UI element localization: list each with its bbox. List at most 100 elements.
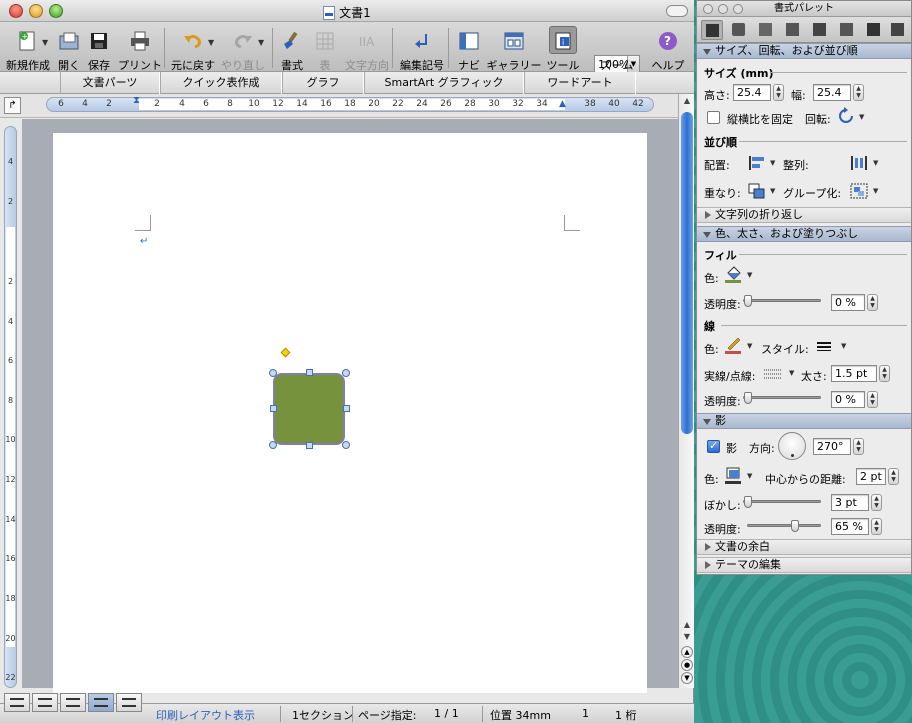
width-input[interactable]: 25.4: [813, 84, 851, 101]
shadow-distance-stepper[interactable]: ▲ ▼: [888, 468, 899, 485]
wrapping-section-header[interactable]: 文字列の折り返し: [697, 207, 911, 223]
outline-view-button[interactable]: [32, 693, 58, 712]
colors-section-header[interactable]: 色、太さ、および塗りつぶし: [697, 226, 911, 242]
shadow-direction-input[interactable]: 270°: [813, 438, 851, 455]
shadow-checkbox[interactable]: [707, 439, 720, 453]
save-button[interactable]: 保存: [86, 22, 112, 72]
resize-handle-bottom[interactable]: [306, 442, 313, 449]
new-dropdown-arrow[interactable]: ▼: [42, 38, 48, 47]
dash-style-icon[interactable]: [763, 364, 783, 382]
shadow-direction-dial[interactable]: [778, 432, 806, 460]
formatting-palette-tab[interactable]: [701, 20, 723, 40]
tab-smartart[interactable]: SmartArt グラフィック: [364, 72, 524, 94]
scroll-top-arrow[interactable]: ▲: [682, 96, 692, 108]
notebook-view-button[interactable]: [116, 693, 142, 712]
shadow-transparency-stepper[interactable]: ▲ ▼: [871, 518, 882, 535]
shadow-transparency-input[interactable]: 65 %: [831, 518, 869, 535]
fill-transparency-knob[interactable]: [744, 295, 752, 307]
vertical-ruler[interactable]: 4 2 2 4 6 8 10 12 14 16 18 20 22: [4, 126, 17, 688]
indent-marker-icon[interactable]: ⧗: [133, 95, 140, 106]
rounded-rectangle-shape[interactable]: [273, 373, 345, 445]
vertical-scrollbar[interactable]: ▲ ▲ ▼ ▲ ● ▼: [678, 94, 694, 688]
zoom-dropdown-arrow[interactable]: ▼: [627, 56, 639, 72]
scrapbook-tab[interactable]: [782, 20, 804, 40]
help-button[interactable]: ? ヘルプ: [652, 22, 685, 72]
rotate-icon[interactable]: [836, 107, 856, 125]
pencil-icon[interactable]: [724, 336, 744, 354]
resize-handle-bottom-left[interactable]: [269, 441, 277, 449]
undo-button[interactable]: ▼ 元に戻す: [171, 22, 215, 72]
scroll-down-arrow-icon[interactable]: ▼: [682, 632, 692, 644]
height-stepper[interactable]: ▲ ▼: [773, 84, 784, 101]
shadow-blur-stepper[interactable]: ▲ ▼: [871, 494, 882, 511]
shadow-color-dropdown-arrow[interactable]: ▼: [747, 472, 752, 480]
distribute-dropdown-arrow[interactable]: ▼: [873, 159, 878, 167]
resize-handle-top[interactable]: [306, 369, 313, 376]
shadow-blur-input[interactable]: 3 pt: [831, 494, 869, 511]
text-direction-button[interactable]: IIA 文字方向: [345, 22, 389, 72]
tab-stop-selector[interactable]: ↱: [4, 97, 21, 114]
next-page-icon[interactable]: ▼: [681, 672, 693, 684]
line-style-dropdown-arrow[interactable]: ▼: [841, 342, 846, 350]
line-weight-stepper[interactable]: ▲ ▼: [879, 365, 890, 382]
rotate-dropdown-arrow[interactable]: ▼: [859, 113, 864, 121]
horizontal-ruler[interactable]: 6 4 2 2 4 6 8 10 12 14 16 18 20 22 24 26 28 30 32 34 38 40 42 …: [46, 95, 654, 112]
palette-minimize-button[interactable]: [718, 4, 728, 14]
publishing-view-button[interactable]: [60, 693, 86, 712]
shadow-color-icon[interactable]: [724, 466, 744, 484]
resize-handle-bottom-right[interactable]: [342, 441, 350, 449]
fill-transparency-slider[interactable]: [743, 295, 821, 307]
lock-aspect-checkbox[interactable]: [707, 111, 720, 124]
line-style-icon[interactable]: [815, 337, 835, 355]
distribute-icon[interactable]: [849, 154, 869, 172]
shadow-transparency-slider[interactable]: [747, 520, 821, 532]
draft-view-button[interactable]: [4, 693, 30, 712]
title-bar[interactable]: 文書1: [0, 0, 694, 22]
line-weight-input[interactable]: 1.5 pt: [831, 365, 877, 382]
arrange-dropdown-arrow[interactable]: ▼: [770, 187, 775, 195]
resize-handle-left[interactable]: [270, 405, 277, 412]
show-marks-button[interactable]: 編集記号: [400, 22, 444, 72]
shadow-distance-input[interactable]: 2 pt: [856, 468, 886, 485]
palette-zoom-button[interactable]: [733, 4, 743, 14]
line-transparency-slider[interactable]: [743, 392, 821, 404]
fill-transparency-stepper[interactable]: ▲ ▼: [867, 294, 878, 311]
dash-style-dropdown-arrow[interactable]: ▼: [789, 369, 794, 377]
compatibility-report-tab[interactable]: [836, 20, 858, 40]
resize-handle-top-left[interactable]: [269, 369, 277, 377]
zoom-field[interactable]: 100% ▼: [594, 55, 640, 73]
palette-close-button[interactable]: [703, 4, 713, 14]
align-icon[interactable]: [747, 154, 767, 172]
align-dropdown-arrow[interactable]: ▼: [770, 159, 775, 167]
width-stepper[interactable]: ▲ ▼: [853, 84, 864, 101]
redo-button[interactable]: ▼ やり直し: [221, 22, 265, 72]
scroll-up-arrow-icon[interactable]: ▲: [682, 620, 692, 632]
group-icon[interactable]: [849, 182, 869, 200]
redo-dropdown-arrow[interactable]: ▼: [258, 38, 264, 47]
line-color-dropdown-arrow[interactable]: ▼: [747, 342, 752, 350]
citations-tab[interactable]: [755, 20, 777, 40]
tab-document-parts[interactable]: 文書パーツ: [60, 72, 160, 94]
table-button[interactable]: 表: [314, 22, 336, 72]
line-transparency-input[interactable]: 0 %: [831, 391, 865, 408]
height-input[interactable]: 25.4: [733, 84, 771, 101]
media-browser-tab[interactable]: [887, 20, 909, 40]
toolbar-toggle-button[interactable]: [666, 5, 688, 17]
new-document-button[interactable]: + ▼ 新規作成: [6, 22, 50, 72]
paint-bucket-icon[interactable]: [724, 265, 744, 283]
shape-adjust-handle[interactable]: [280, 347, 291, 358]
browse-object-icon[interactable]: ●: [681, 659, 693, 671]
print-button[interactable]: プリント: [118, 22, 162, 72]
line-transparency-knob[interactable]: [744, 392, 752, 404]
scrollbar-thumb[interactable]: [681, 112, 693, 434]
document-scroll-area[interactable]: ↵: [22, 119, 678, 693]
navigation-pane-button[interactable]: ナビ: [456, 22, 482, 72]
print-layout-view-button[interactable]: [88, 693, 114, 712]
fill-color-dropdown-arrow[interactable]: ▼: [747, 271, 752, 279]
format-painter-button[interactable]: 書式: [280, 22, 304, 72]
tab-quick-tables[interactable]: クイック表作成: [160, 72, 282, 94]
undo-dropdown-arrow[interactable]: ▼: [208, 38, 214, 47]
right-indent-marker-icon[interactable]: ▲: [559, 99, 566, 109]
shadow-blur-knob[interactable]: [744, 496, 752, 508]
shadow-transparency-knob[interactable]: [790, 520, 799, 532]
